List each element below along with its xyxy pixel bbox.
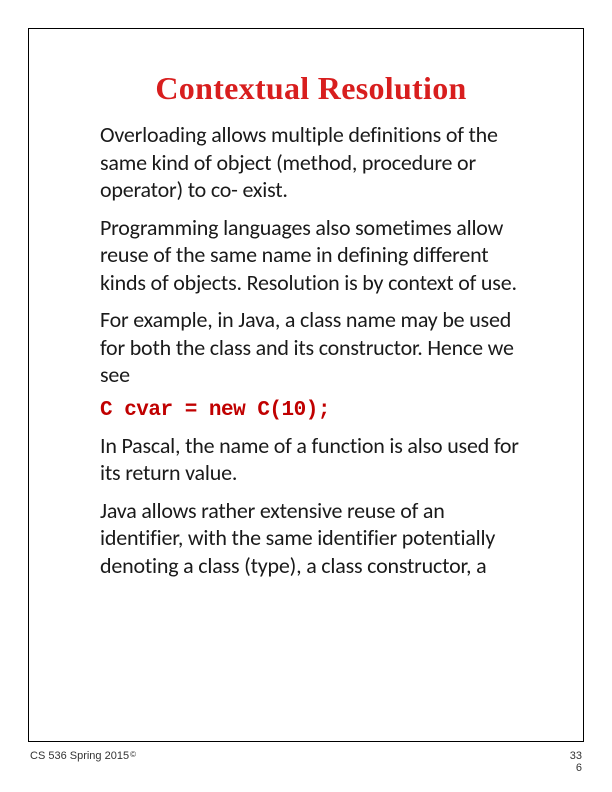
paragraph-3: For example, in Java, a class name may b… (100, 306, 522, 389)
footer-left: CS 536 Spring 2015 © (30, 750, 136, 762)
slide-footer: CS 536 Spring 2015 © 33 6 (30, 750, 582, 774)
paragraph-5: Java allows rather extensive reuse of an… (100, 497, 522, 580)
paragraph-2: Programming languages also sometimes all… (100, 214, 522, 297)
page-number-top: 33 (570, 750, 582, 762)
slide-title: Contextual Resolution (100, 70, 522, 107)
paragraph-1: Overloading allows multiple definitions … (100, 121, 522, 204)
course-label: CS 536 Spring 2015 (30, 750, 129, 762)
paragraph-4: In Pascal, the name of a function is als… (100, 432, 522, 487)
page-number-bottom: 6 (570, 762, 582, 774)
footer-right: 33 6 (570, 750, 582, 774)
copyright-symbol: © (130, 750, 136, 759)
code-line: C cvar = new C(10); (100, 399, 522, 422)
slide-content: Contextual Resolution Overloading allows… (100, 70, 522, 589)
